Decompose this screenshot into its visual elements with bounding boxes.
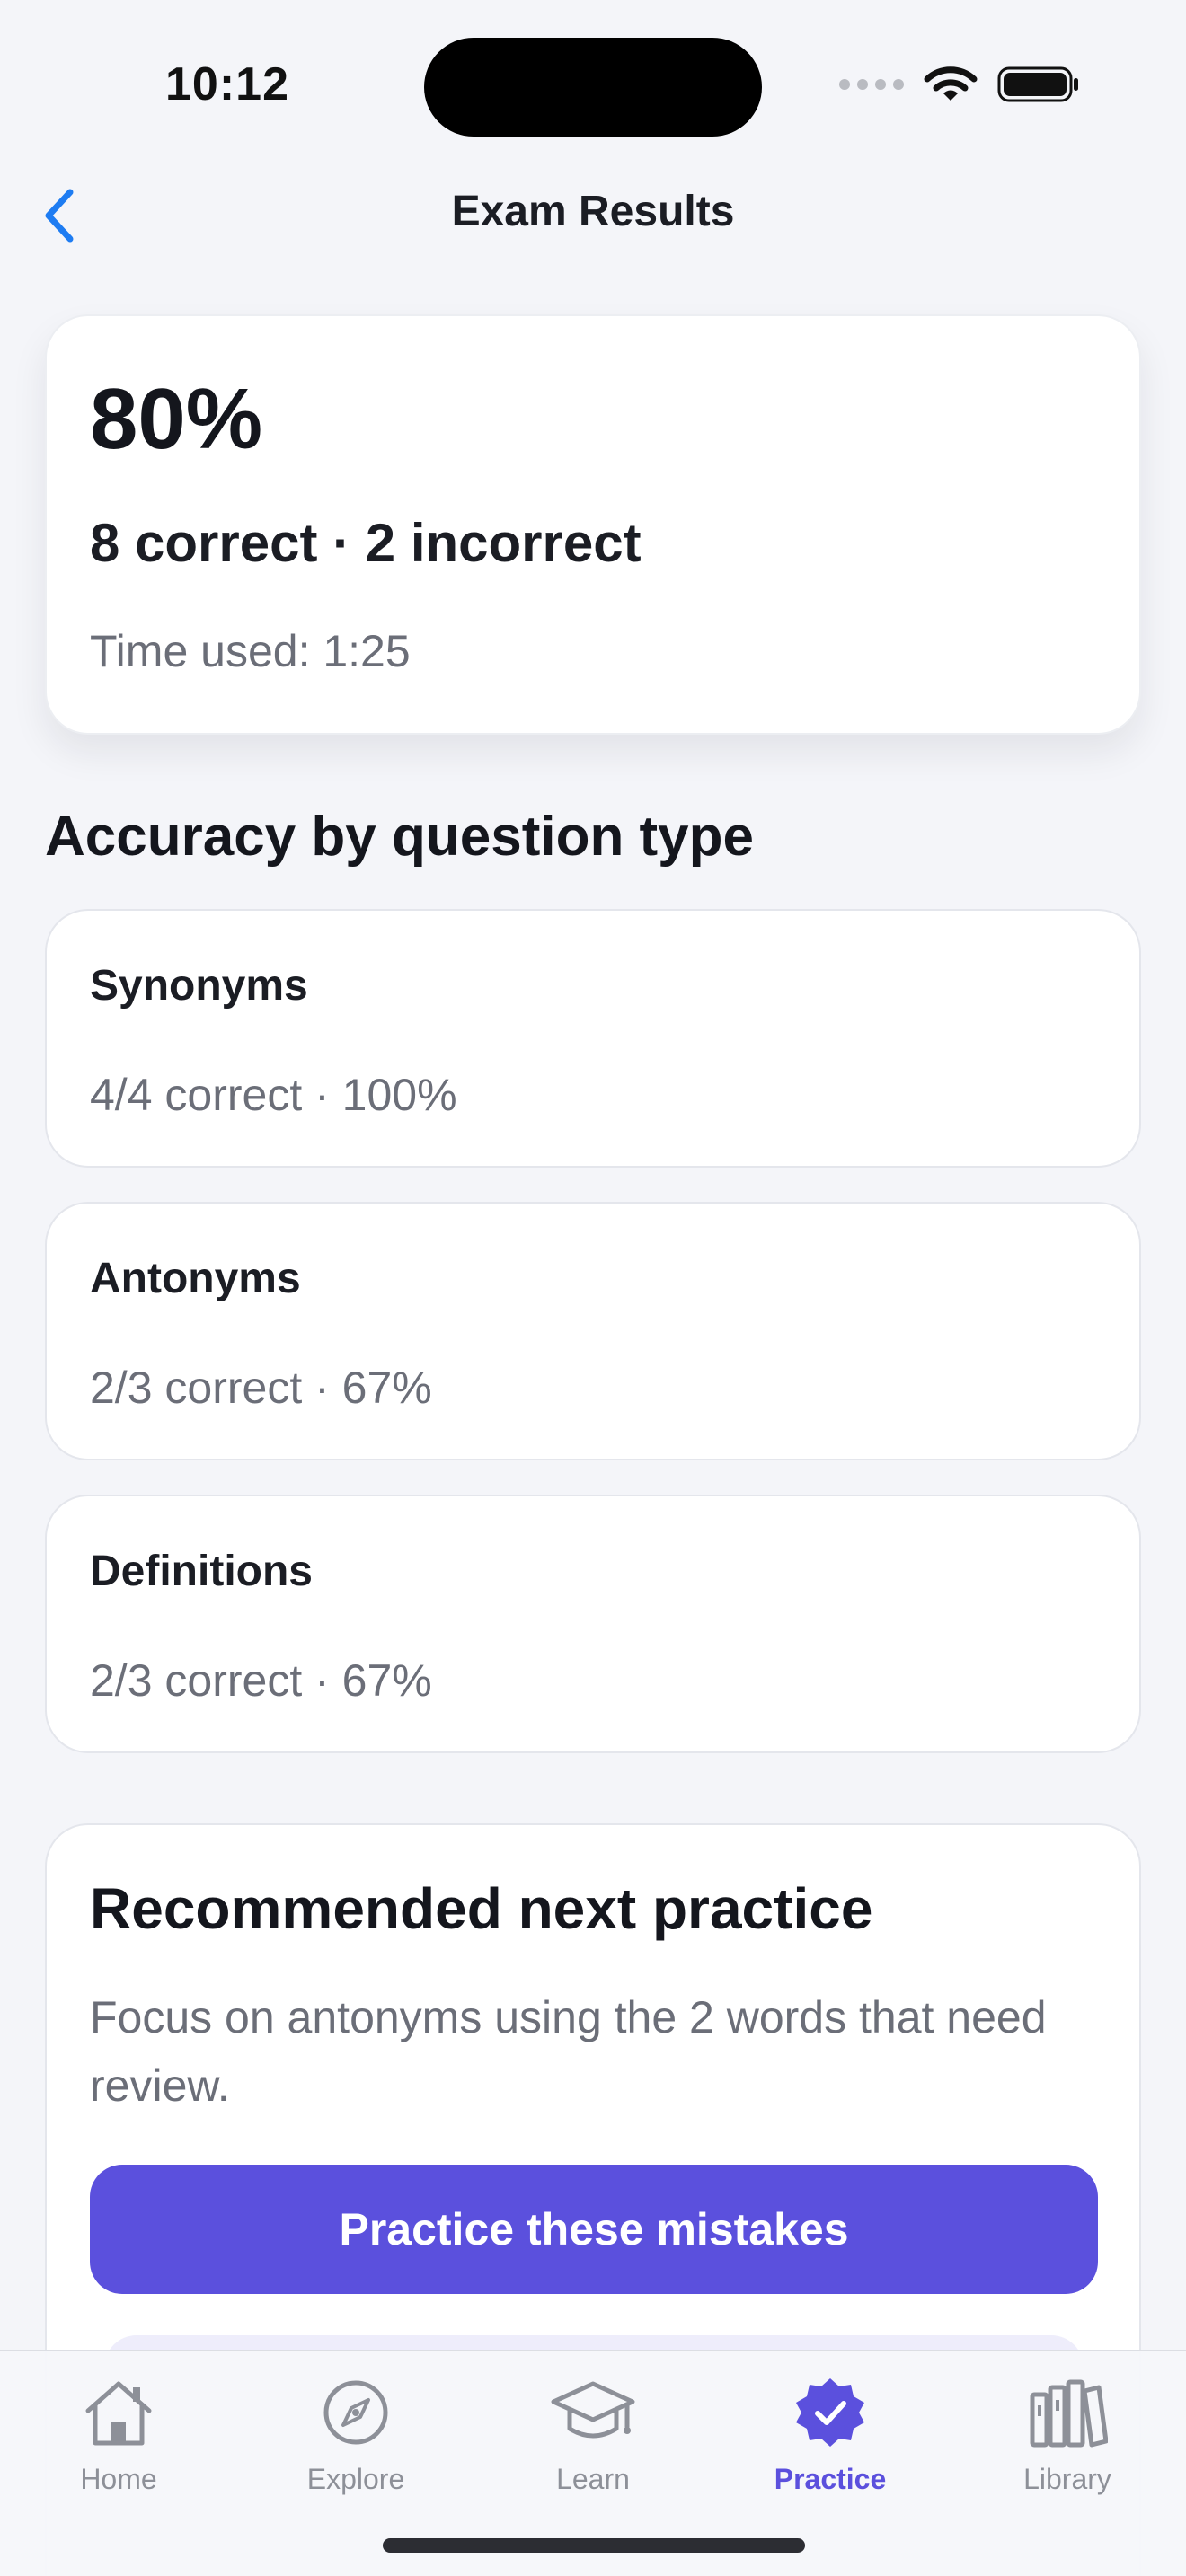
question-type-stat: 2/3 correct · 67% [90, 1655, 432, 1706]
graduation-cap-icon [550, 2369, 636, 2456]
status-time: 10:12 [165, 58, 289, 110]
accuracy-card-antonyms: Antonyms 2/3 correct · 67% [45, 1202, 1141, 1460]
question-type-stat: 4/4 correct · 100% [90, 1070, 457, 1120]
question-type-stat: 2/3 correct · 67% [90, 1363, 432, 1413]
page-title: Exam Results [451, 188, 735, 235]
books-icon [1024, 2369, 1111, 2456]
score-percent: 80% [90, 371, 263, 467]
recommendation-title: Recommended next practice [90, 1876, 873, 1941]
tab-label: Library [1023, 2463, 1111, 2495]
tab-label: Explore [306, 2463, 405, 2495]
practice-mistakes-button[interactable]: Practice these mistakes [90, 2165, 1098, 2294]
tab-library[interactable]: Library [949, 2369, 1186, 2504]
navigation-bar: Exam Results [0, 171, 1186, 260]
home-indicator[interactable] [383, 2538, 805, 2553]
accuracy-card-synonyms: Synonyms 4/4 correct · 100% [45, 909, 1141, 1168]
recommendation-body: Focus on antonyms using the 2 words that… [90, 1992, 1047, 2111]
time-used: Time used: 1:25 [90, 626, 411, 676]
tab-learn[interactable]: Learn [474, 2369, 712, 2504]
question-type-name: Antonyms [90, 1255, 301, 1302]
battery-icon [997, 66, 1078, 102]
tab-home[interactable]: Home [0, 2369, 237, 2504]
tab-label: Practice [774, 2463, 887, 2495]
status-bar: 10:12 [0, 0, 1186, 171]
cellular-dots-icon [839, 79, 904, 90]
checkmark-badge-icon [787, 2369, 873, 2456]
tab-practice[interactable]: Practice [712, 2369, 949, 2504]
question-type-name: Synonyms [90, 962, 308, 1010]
tab-explore[interactable]: Explore [237, 2369, 474, 2504]
score-correct-incorrect: 8 correct · 2 incorrect [90, 513, 642, 573]
tab-label: Home [80, 2463, 157, 2495]
exam-results-screen: 10:12 Exam Results 80% 8 correct · 2 inc… [0, 0, 1186, 2576]
accuracy-section-title: Accuracy by question type [45, 806, 755, 868]
question-type-name: Definitions [90, 1548, 313, 1595]
tab-label: Learn [556, 2463, 630, 2495]
compass-icon [313, 2369, 399, 2456]
dynamic-island [424, 38, 762, 137]
home-icon [75, 2369, 162, 2456]
score-summary-card: 80% 8 correct · 2 incorrect Time used: 1… [45, 314, 1141, 735]
wifi-icon [924, 66, 978, 101]
accuracy-card-definitions: Definitions 2/3 correct · 67% [45, 1495, 1141, 1753]
status-icons [839, 65, 1080, 104]
